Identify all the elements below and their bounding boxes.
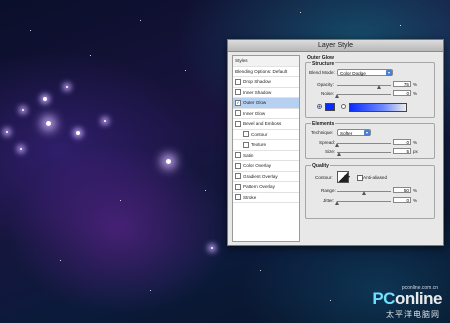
spread-field[interactable]: 0 <box>393 139 411 145</box>
blending-options[interactable]: Blending Options: Default <box>233 67 299 77</box>
contour-chevron-icon[interactable]: ▾ <box>348 174 350 179</box>
style-inner-glow[interactable]: Inner Glow <box>233 109 299 119</box>
star <box>166 159 171 164</box>
star <box>22 109 24 111</box>
opacity-unit: % <box>413 82 418 87</box>
style-pattern-overlay[interactable]: Pattern Overlay <box>233 182 299 193</box>
checkbox[interactable] <box>235 194 241 201</box>
glow-color-swatch[interactable] <box>325 103 335 111</box>
star <box>76 131 80 135</box>
blend-mode-select[interactable]: Color Dodge ▾ <box>337 69 393 76</box>
contour-label: Contour: <box>315 175 333 180</box>
jitter-unit: % <box>413 198 418 203</box>
checkbox[interactable] <box>235 78 241 85</box>
blend-mode-label: Blend Mode: <box>309 70 335 75</box>
star <box>20 148 22 150</box>
noise-label: Noise: <box>321 91 335 96</box>
size-unit: px <box>413 149 418 154</box>
opacity-slider[interactable] <box>337 85 391 86</box>
style-drop-shadow[interactable]: Drop Shadow <box>233 77 299 88</box>
noise-slider-thumb[interactable] <box>335 94 339 98</box>
jitter-slider[interactable] <box>337 201 391 202</box>
technique-label: Technique: <box>311 130 334 135</box>
size-field[interactable]: 5 <box>393 148 411 154</box>
dialog-title: Layer Style <box>228 40 443 52</box>
opacity-label: Opacity: <box>317 82 334 87</box>
checkbox[interactable] <box>243 131 249 138</box>
style-color-overlay[interactable]: Color Overlay <box>233 161 299 172</box>
opacity-field[interactable]: 75 <box>393 81 411 87</box>
jitter-label: Jitter: <box>323 198 335 203</box>
spread-label: Spread: <box>319 140 336 145</box>
solid-color-radio[interactable] <box>317 104 322 109</box>
star <box>6 131 8 133</box>
technique-select[interactable]: Softer ▾ <box>337 129 371 136</box>
spread-slider-thumb[interactable] <box>335 143 339 147</box>
structure-title: Structure <box>311 61 336 67</box>
checkbox[interactable] <box>235 162 241 169</box>
jitter-field[interactable]: 0 <box>393 197 411 203</box>
jitter-slider-thumb[interactable] <box>335 201 339 205</box>
size-label: Size: <box>325 149 336 154</box>
size-slider-thumb[interactable] <box>337 152 341 156</box>
star <box>211 247 213 249</box>
size-slider[interactable] <box>337 152 391 153</box>
watermark-logo: PConline <box>372 289 442 308</box>
layer-style-dialog: Layer Style Styles Blending Options: Def… <box>227 39 444 246</box>
style-gradient-overlay[interactable]: Gradient Overlay <box>233 172 299 182</box>
checkbox[interactable] <box>235 173 241 180</box>
checkbox[interactable] <box>235 120 241 127</box>
style-inner-shadow[interactable]: Inner Shadow <box>233 88 299 98</box>
checkbox[interactable] <box>235 183 241 190</box>
opacity-slider-thumb[interactable] <box>377 85 381 89</box>
styles-header[interactable]: Styles <box>233 56 299 67</box>
range-field[interactable]: 50 <box>393 187 411 193</box>
glow-gradient-picker[interactable] <box>349 103 407 112</box>
style-satin[interactable]: Satin <box>233 151 299 161</box>
watermark-cn-text: 太平洋电脑网 <box>386 310 440 319</box>
styles-list: Styles Blending Options: Default Drop Sh… <box>232 55 300 242</box>
star <box>66 86 68 88</box>
checkbox[interactable] <box>235 110 241 117</box>
checkbox[interactable]: ✓ <box>235 99 241 106</box>
chevron-down-icon: ▾ <box>364 130 370 136</box>
gradient-radio[interactable] <box>341 104 346 109</box>
noise-field[interactable]: 0 <box>393 90 411 96</box>
quality-title: Quality <box>311 163 330 169</box>
elements-title: Elements <box>311 121 336 127</box>
noise-unit: % <box>413 91 418 96</box>
star <box>46 121 51 126</box>
anti-aliased-label: Anti-aliased <box>363 175 388 180</box>
style-outer-glow[interactable]: ✓ Outer Glow <box>233 98 299 109</box>
range-label: Range: <box>321 188 336 193</box>
style-bevel-emboss[interactable]: Bevel and Emboss <box>233 119 299 130</box>
spread-slider[interactable] <box>337 143 391 144</box>
checkbox[interactable] <box>235 152 241 159</box>
star <box>43 97 47 101</box>
style-stroke[interactable]: Stroke <box>233 193 299 203</box>
noise-slider[interactable] <box>337 94 391 95</box>
range-unit: % <box>413 188 418 193</box>
checkbox[interactable] <box>235 89 241 96</box>
spread-unit: % <box>413 140 418 145</box>
style-contour[interactable]: Contour <box>233 130 299 140</box>
checkbox[interactable] <box>243 141 249 148</box>
outer-glow-panel: Outer Glow Structure Blend Mode: Color D… <box>301 55 437 240</box>
chevron-down-icon: ▾ <box>386 70 392 76</box>
style-texture[interactable]: Texture <box>233 140 299 151</box>
range-slider-thumb[interactable] <box>362 191 366 195</box>
star <box>104 120 106 122</box>
